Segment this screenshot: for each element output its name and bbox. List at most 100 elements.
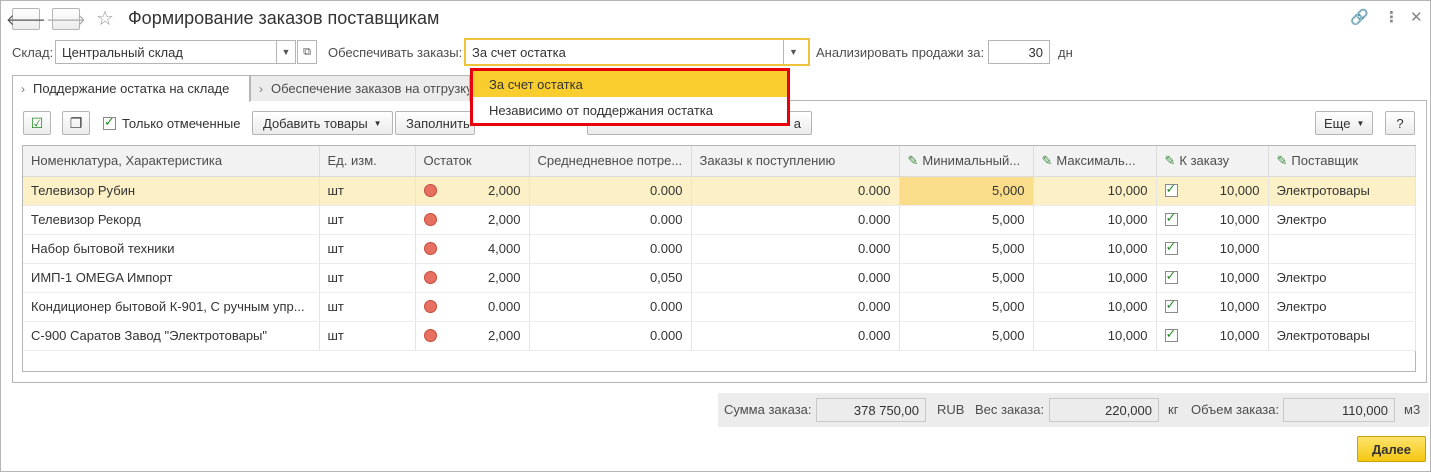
- cell-unit[interactable]: шт: [319, 263, 416, 293]
- tab-stock-maintenance[interactable]: › Поддержание остатка на складе: [12, 75, 250, 102]
- cell-unit[interactable]: шт: [319, 234, 416, 264]
- cell-supplier[interactable]: [1268, 234, 1416, 264]
- cell-incoming-orders[interactable]: 0.000: [691, 205, 900, 235]
- cell-supplier[interactable]: Электро: [1268, 205, 1416, 235]
- cell-maximum[interactable]: 10,000: [1033, 263, 1157, 293]
- help-button[interactable]: ?: [1385, 111, 1415, 135]
- cell-unit[interactable]: шт: [319, 292, 416, 322]
- cell-nomenclature[interactable]: Телевизор Рекорд: [23, 205, 320, 235]
- only-marked-toggle[interactable]: Только отмеченные: [103, 114, 240, 131]
- cell-stock[interactable]: 2,000: [415, 205, 530, 235]
- cell-stock[interactable]: 4,000: [415, 234, 530, 264]
- table-row[interactable]: С-900 Саратов Завод "Электротовары" шт 2,0…: [23, 321, 1416, 351]
- cell-avg-consumption[interactable]: 0.000: [529, 234, 692, 264]
- cell-incoming-orders[interactable]: 0.000: [691, 234, 900, 264]
- cell-to-order[interactable]: 10,000: [1156, 263, 1269, 293]
- more-button[interactable]: Еще ▼: [1315, 111, 1374, 135]
- cell-to-order[interactable]: 10,000: [1156, 205, 1269, 235]
- favorite-star-icon[interactable]: ☆: [96, 6, 114, 31]
- cell-minimum[interactable]: 5,000: [899, 234, 1034, 264]
- cell-unit[interactable]: шт: [319, 205, 416, 235]
- cell-minimum[interactable]: 5,000: [899, 205, 1034, 235]
- cell-nomenclature[interactable]: Кондиционер бытовой К-901, С ручным упр.…: [23, 292, 320, 322]
- cell-maximum[interactable]: 10,000: [1033, 176, 1157, 206]
- cell-incoming-orders[interactable]: 0.000: [691, 263, 900, 293]
- cell-nomenclature[interactable]: ИМП-1 OMEGA Импорт: [23, 263, 320, 293]
- cell-incoming-orders[interactable]: 0.000: [691, 321, 900, 351]
- cell-stock[interactable]: 2,000: [415, 321, 530, 351]
- col-header-to-order[interactable]: ✎ К заказу: [1156, 146, 1269, 177]
- cell-maximum[interactable]: 10,000: [1033, 234, 1157, 264]
- dropdown-option-independent[interactable]: Независимо от поддержания остатка: [473, 97, 787, 123]
- table-row[interactable]: Телевизор Рекорд шт 2,000 0.000 0.000 5,000 10…: [23, 205, 1416, 235]
- col-header-nomenclature[interactable]: Номенклатура, Характеристика: [23, 146, 320, 177]
- close-icon[interactable]: ✕: [1410, 8, 1423, 26]
- table-row[interactable]: ИМП-1 OMEGA Импорт шт 2,000 0,050 0.000 5,000…: [23, 263, 1416, 293]
- link-icon[interactable]: 🔗: [1350, 8, 1369, 26]
- col-header-unit[interactable]: Ед. изм.: [319, 146, 416, 177]
- cell-incoming-orders[interactable]: 0.000: [691, 176, 900, 206]
- cell-supplier[interactable]: Электротовары: [1268, 321, 1416, 351]
- cell-to-order[interactable]: 10,000: [1156, 234, 1269, 264]
- row-checkbox[interactable]: [1164, 210, 1178, 226]
- cell-avg-consumption[interactable]: 0.000: [529, 205, 692, 235]
- cell-nomenclature[interactable]: Набор бытовой техники: [23, 234, 320, 264]
- cell-stock[interactable]: 0.000: [415, 292, 530, 322]
- back-button[interactable]: 🡐: [6, 8, 46, 30]
- row-checkbox[interactable]: [1164, 297, 1178, 313]
- next-button[interactable]: Далее: [1357, 436, 1426, 462]
- check-all-button[interactable]: ☑: [23, 111, 51, 135]
- cell-minimum[interactable]: 5,000: [899, 292, 1034, 322]
- row-checkbox[interactable]: [1164, 239, 1178, 255]
- cell-incoming-orders[interactable]: 0.000: [691, 292, 900, 322]
- row-checkbox[interactable]: [1164, 326, 1178, 342]
- cell-minimum[interactable]: 5,000: [899, 263, 1034, 293]
- cell-avg-consumption[interactable]: 0.000: [529, 176, 692, 206]
- cell-maximum[interactable]: 10,000: [1033, 292, 1157, 322]
- col-header-incoming-orders[interactable]: Заказы к поступлению: [691, 146, 900, 177]
- cell-supplier[interactable]: Электро: [1268, 263, 1416, 293]
- cell-supplier[interactable]: Электротовары: [1268, 176, 1416, 206]
- analyze-days-input[interactable]: 30: [988, 40, 1050, 64]
- dropdown-option-from-stock[interactable]: За счет остатка: [473, 71, 787, 97]
- cell-minimum[interactable]: 5,000: [899, 321, 1034, 351]
- warehouse-field[interactable]: Центральный склад: [55, 40, 277, 64]
- warehouse-open-button[interactable]: ⧉: [297, 40, 317, 64]
- row-checkbox[interactable]: [1164, 268, 1178, 284]
- table-row[interactable]: Телевизор Рубин шт 2,000 0.000 0.000 5,000 10,…: [23, 176, 1416, 206]
- cell-nomenclature[interactable]: Телевизор Рубин: [23, 176, 320, 206]
- only-marked-checkbox[interactable]: [103, 114, 116, 130]
- more-menu-icon[interactable]: ⋮: [1384, 8, 1399, 26]
- cell-supplier[interactable]: Электро: [1268, 292, 1416, 322]
- uncheck-all-button[interactable]: ❐: [62, 111, 90, 135]
- warehouse-dropdown-button[interactable]: ▼: [276, 40, 296, 64]
- row-checkbox[interactable]: [1164, 181, 1178, 197]
- col-header-stock[interactable]: Остаток: [415, 146, 530, 177]
- fill-button[interactable]: Заполнить: [395, 111, 475, 135]
- cell-to-order[interactable]: 10,000: [1156, 292, 1269, 322]
- col-header-supplier[interactable]: ✎ Поставщик: [1268, 146, 1416, 177]
- col-header-minimum[interactable]: ✎ Минимальный...: [899, 146, 1034, 177]
- cell-stock[interactable]: 2,000: [415, 263, 530, 293]
- cell-to-order[interactable]: 10,000: [1156, 176, 1269, 206]
- tab-order-provision[interactable]: › Обеспечение заказов на отгрузку: [250, 75, 470, 101]
- cell-avg-consumption[interactable]: 0.000: [529, 292, 692, 322]
- cell-stock[interactable]: 2,000: [415, 176, 530, 206]
- table-row[interactable]: Кондиционер бытовой К-901, С ручным упр.…: [23, 292, 1416, 322]
- cell-nomenclature[interactable]: С-900 Саратов Завод "Электротовары": [23, 321, 320, 351]
- cell-minimum[interactable]: 5,000: [899, 176, 1034, 206]
- cell-avg-consumption[interactable]: 0,050: [529, 263, 692, 293]
- cell-maximum[interactable]: 10,000: [1033, 205, 1157, 235]
- col-header-maximum[interactable]: ✎ Максималь...: [1033, 146, 1157, 177]
- cell-avg-consumption[interactable]: 0.000: [529, 321, 692, 351]
- table-row[interactable]: Набор бытовой техники шт 4,000 0.000 0.000 5,…: [23, 234, 1416, 264]
- cell-unit[interactable]: шт: [319, 321, 416, 351]
- add-goods-button[interactable]: Добавить товары ▼: [252, 111, 393, 135]
- cell-unit[interactable]: шт: [319, 176, 416, 206]
- forward-button[interactable]: 🡒: [46, 8, 86, 30]
- provide-orders-field[interactable]: За счет остатка: [464, 38, 810, 66]
- provide-orders-dropdown-button[interactable]: ▼: [783, 40, 803, 64]
- col-header-avg-consumption[interactable]: Среднедневное потре...: [529, 146, 692, 177]
- cell-to-order[interactable]: 10,000: [1156, 321, 1269, 351]
- cell-maximum[interactable]: 10,000: [1033, 321, 1157, 351]
